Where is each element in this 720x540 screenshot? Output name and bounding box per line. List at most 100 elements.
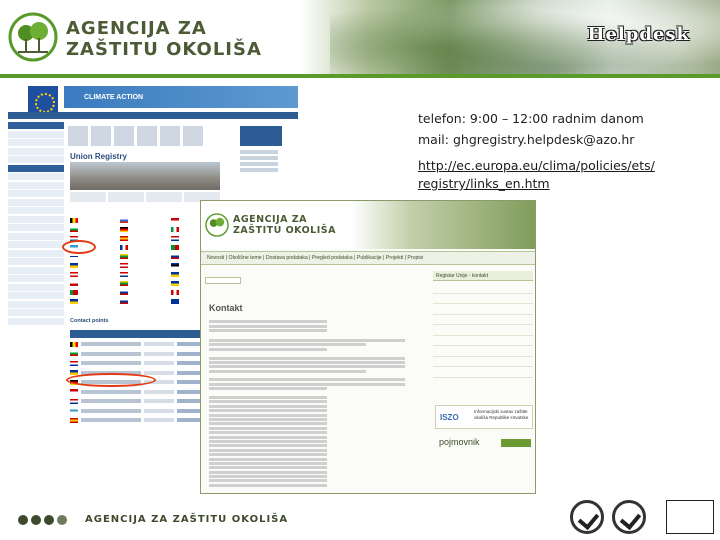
sidebar-link[interactable] [240, 168, 278, 172]
menu-item[interactable] [8, 258, 64, 265]
country-link[interactable] [120, 252, 167, 260]
menu-item[interactable] [8, 275, 64, 282]
tab-icon[interactable] [183, 126, 203, 146]
iszo-banner[interactable]: ISZO Informacijski sustav zaštite okoliš… [435, 405, 533, 429]
menu-item[interactable] [8, 317, 64, 325]
logo-line-1: AGENCIJA ZA [66, 18, 207, 39]
country-link[interactable] [70, 297, 117, 305]
country-link[interactable] [70, 216, 117, 224]
menu-item[interactable] [8, 224, 64, 231]
browser-address-bar [158, 78, 298, 86]
country-link[interactable] [70, 279, 117, 287]
breadcrumb [8, 112, 298, 119]
country-link[interactable] [120, 288, 167, 296]
menu-item[interactable] [8, 181, 64, 189]
quick-link[interactable] [146, 192, 182, 202]
menu-item[interactable] [8, 147, 64, 155]
country-link[interactable] [120, 243, 167, 251]
table-header [70, 330, 220, 338]
panel-item[interactable] [433, 283, 533, 294]
country-link[interactable] [120, 234, 167, 242]
table-row [70, 340, 220, 349]
country-link[interactable] [120, 225, 167, 233]
certification-badge-icon [570, 500, 604, 534]
search-input[interactable] [205, 277, 241, 284]
menu-item[interactable] [8, 241, 64, 248]
glossary-button[interactable] [501, 439, 531, 447]
menu-item[interactable] [8, 198, 64, 206]
table-row [70, 388, 220, 397]
header-banner: AGENCIJA ZA ZAŠTITU OKOLIŠA Helpdesk [0, 0, 720, 78]
helpdesk-mail: mail: ghgregistry.helpdesk@azo.hr [418, 132, 635, 147]
country-link[interactable] [120, 216, 167, 224]
sidebar-link[interactable] [240, 150, 278, 154]
footer-dot [57, 515, 67, 525]
menu-item[interactable] [8, 309, 64, 316]
tab-icon[interactable] [91, 126, 111, 146]
menu-item[interactable] [8, 207, 64, 214]
industry-photo [70, 162, 220, 190]
climate-action-banner: CLIMATE ACTION [64, 86, 298, 108]
menu-item[interactable] [8, 156, 64, 163]
right-column [240, 122, 296, 176]
sidebar-link[interactable] [240, 156, 278, 160]
contact-points-heading: Contact points [70, 318, 109, 324]
panel-item[interactable] [433, 367, 533, 378]
quick-link[interactable] [108, 192, 144, 202]
country-link[interactable] [120, 279, 167, 287]
contact-page-title: Kontakt [209, 303, 243, 313]
tab-icon[interactable] [114, 126, 134, 146]
main-navigation[interactable]: Novosti | Okolišne teme | Dostava podata… [201, 251, 535, 265]
tab-icon[interactable] [68, 126, 88, 146]
quick-links [70, 192, 220, 202]
panel-item[interactable] [433, 346, 533, 357]
country-link[interactable] [120, 297, 167, 305]
croatia-contact-highlight-oval [66, 373, 156, 387]
country-list [70, 216, 218, 305]
ets-registry-updates-button[interactable] [240, 126, 282, 146]
menu-item[interactable] [8, 130, 64, 138]
country-link[interactable] [70, 270, 117, 278]
menu-item[interactable] [8, 283, 64, 291]
panel-item[interactable] [433, 325, 533, 336]
registry-links-url[interactable]: http://ec.europa.eu/clima/policies/ets/r… [418, 157, 655, 193]
country-link[interactable] [70, 225, 117, 233]
menu-item[interactable] [8, 232, 64, 240]
menu-item[interactable] [8, 300, 64, 308]
union-registry-title: Union Registry [70, 152, 127, 161]
panel-item[interactable] [433, 315, 533, 325]
menu-item[interactable] [8, 122, 64, 129]
menu-item[interactable] [8, 249, 64, 257]
sidebar-link[interactable] [240, 162, 278, 166]
country-link[interactable] [70, 288, 117, 296]
panel-item[interactable] [433, 294, 533, 304]
menu-item[interactable] [8, 266, 64, 274]
menu-item[interactable] [8, 139, 64, 146]
table-row [70, 416, 220, 425]
panel-item-kontakt[interactable] [433, 357, 533, 367]
azo-logo-icon [8, 12, 58, 62]
menu-item[interactable] [8, 190, 64, 197]
slide-title: Helpdesk [587, 24, 690, 45]
menu-item[interactable] [8, 164, 64, 172]
panel-item[interactable] [433, 336, 533, 346]
section-tabs [68, 126, 218, 148]
quick-link[interactable] [70, 192, 106, 202]
menu-item[interactable] [8, 215, 64, 223]
menu-item[interactable] [8, 173, 64, 180]
footer-dot [44, 515, 54, 525]
country-link[interactable] [70, 261, 117, 269]
tab-icon[interactable] [160, 126, 180, 146]
footer-dot [31, 515, 41, 525]
menu-item[interactable] [8, 292, 64, 299]
country-link[interactable] [120, 261, 167, 269]
panel-item[interactable] [433, 304, 533, 315]
iszo-text: Informacijski sustav zaštite okoliša Rep… [474, 409, 529, 420]
azo-site-logo-text: AGENCIJA ZA ZAŠTITU OKOLIŠA [233, 214, 336, 236]
left-menu [8, 122, 64, 346]
country-link[interactable] [120, 270, 167, 278]
panel-title: Registar Unije - kontakt [433, 271, 533, 281]
tab-icon[interactable] [137, 126, 157, 146]
footer-dots [18, 515, 67, 525]
agency-logo-text: AGENCIJA ZA ZAŠTITU OKOLIŠA [66, 18, 262, 60]
